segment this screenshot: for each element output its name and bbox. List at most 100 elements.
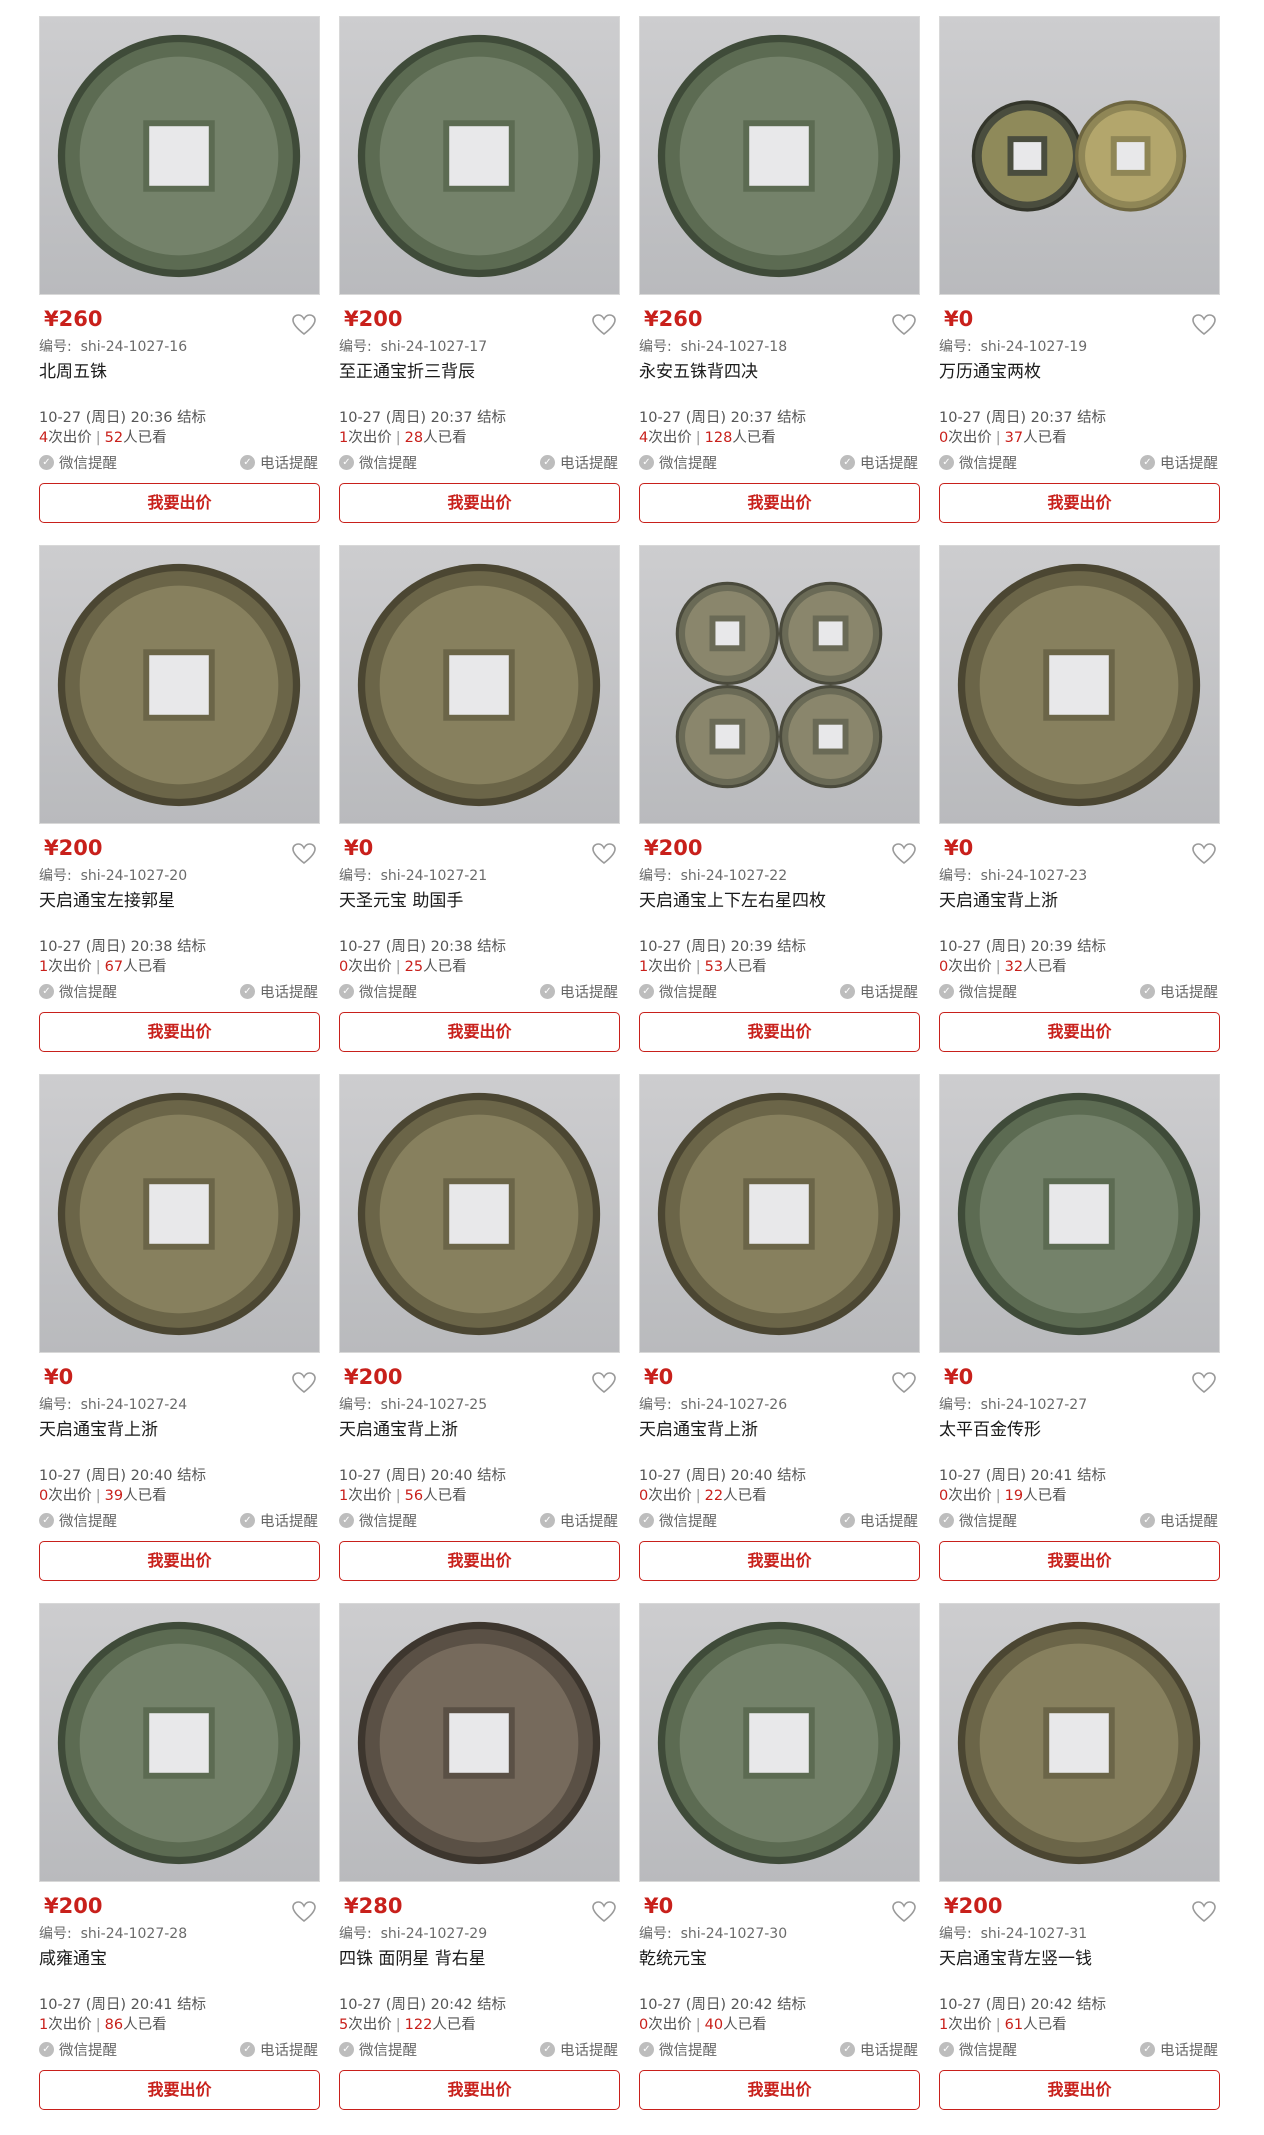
auction-card[interactable]: ¥0 编号: shi-24-1027-26 天启通宝背上浙 10-27 (周日)… [639,1074,920,1589]
phone-remind-option[interactable]: ✓ 电话提醒 [240,1510,318,1531]
coin-photo[interactable] [639,1074,920,1353]
phone-remind-option[interactable]: ✓ 电话提醒 [540,1510,618,1531]
heart-icon[interactable] [291,313,317,337]
heart-icon[interactable] [1191,1371,1217,1395]
bid-button[interactable]: 我要出价 [339,1012,620,1052]
heart-icon[interactable] [1191,1900,1217,1924]
heart-icon[interactable] [1191,313,1217,337]
wechat-remind-option[interactable]: ✓ 微信提醒 [39,452,117,473]
coin-photo[interactable] [39,16,320,295]
wechat-remind-option[interactable]: ✓ 微信提醒 [939,2039,1017,2060]
wechat-remind-option[interactable]: ✓ 微信提醒 [639,1510,717,1531]
heart-icon[interactable] [291,1900,317,1924]
item-title[interactable]: 北周五铢 [39,357,107,382]
auction-card[interactable]: ¥0 编号: shi-24-1027-23 天启通宝背上浙 10-27 (周日)… [939,545,1220,1060]
heart-icon[interactable] [591,1900,617,1924]
phone-remind-option[interactable]: ✓ 电话提醒 [840,981,918,1002]
heart-icon[interactable] [591,842,617,866]
bid-button[interactable]: 我要出价 [39,1541,320,1581]
auction-card[interactable]: ¥200 编号: shi-24-1027-22 天启通宝上下左右星四枚 10-2… [639,545,920,1060]
coin-photo[interactable] [639,545,920,824]
bid-button[interactable]: 我要出价 [639,2070,920,2110]
wechat-remind-option[interactable]: ✓ 微信提醒 [39,1510,117,1531]
bid-button[interactable]: 我要出价 [39,483,320,523]
wechat-remind-option[interactable]: ✓ 微信提醒 [39,981,117,1002]
wechat-remind-option[interactable]: ✓ 微信提醒 [939,981,1017,1002]
phone-remind-option[interactable]: ✓ 电话提醒 [1140,981,1218,1002]
phone-remind-option[interactable]: ✓ 电话提醒 [1140,2039,1218,2060]
auction-card[interactable]: ¥200 编号: shi-24-1027-31 天启通宝背左竖一钱 10-27 … [939,1603,1220,2118]
phone-remind-option[interactable]: ✓ 电话提醒 [540,981,618,1002]
wechat-remind-option[interactable]: ✓ 微信提醒 [339,452,417,473]
auction-card[interactable]: ¥260 编号: shi-24-1027-18 永安五铢背四决 10-27 (周… [639,16,920,531]
bid-button[interactable]: 我要出价 [939,1541,1220,1581]
bid-button[interactable]: 我要出价 [939,483,1220,523]
auction-card[interactable]: ¥200 编号: shi-24-1027-17 至正通宝折三背辰 10-27 (… [339,16,620,531]
coin-photo[interactable] [939,16,1220,295]
bid-button[interactable]: 我要出价 [39,2070,320,2110]
coin-photo[interactable] [39,1074,320,1353]
bid-button[interactable]: 我要出价 [639,483,920,523]
heart-icon[interactable] [891,1900,917,1924]
phone-remind-option[interactable]: ✓ 电话提醒 [540,2039,618,2060]
phone-remind-option[interactable]: ✓ 电话提醒 [1140,452,1218,473]
wechat-remind-option[interactable]: ✓ 微信提醒 [339,1510,417,1531]
auction-card[interactable]: ¥0 编号: shi-24-1027-21 天圣元宝 助国手 10-27 (周日… [339,545,620,1060]
phone-remind-option[interactable]: ✓ 电话提醒 [840,1510,918,1531]
wechat-remind-option[interactable]: ✓ 微信提醒 [639,452,717,473]
phone-remind-option[interactable]: ✓ 电话提醒 [840,452,918,473]
item-title[interactable]: 永安五铢背四决 [639,357,758,382]
item-title[interactable]: 天圣元宝 助国手 [339,886,463,911]
wechat-remind-option[interactable]: ✓ 微信提醒 [939,452,1017,473]
coin-photo[interactable] [339,1074,620,1353]
item-title[interactable]: 至正通宝折三背辰 [339,357,475,382]
heart-icon[interactable] [591,1371,617,1395]
phone-remind-option[interactable]: ✓ 电话提醒 [240,2039,318,2060]
heart-icon[interactable] [891,313,917,337]
coin-photo[interactable] [339,16,620,295]
phone-remind-option[interactable]: ✓ 电话提醒 [1140,1510,1218,1531]
wechat-remind-option[interactable]: ✓ 微信提醒 [339,2039,417,2060]
auction-card[interactable]: ¥200 编号: shi-24-1027-20 天启通宝左接郭星 10-27 (… [39,545,320,1060]
bid-button[interactable]: 我要出价 [639,1012,920,1052]
wechat-remind-option[interactable]: ✓ 微信提醒 [339,981,417,1002]
item-title[interactable]: 天启通宝背上浙 [639,1415,758,1440]
wechat-remind-option[interactable]: ✓ 微信提醒 [39,2039,117,2060]
item-title[interactable]: 万历通宝两枚 [939,357,1041,382]
auction-card[interactable]: ¥280 编号: shi-24-1027-29 四铢 面阴星 背右星 10-27… [339,1603,620,2118]
bid-button[interactable]: 我要出价 [339,1541,620,1581]
heart-icon[interactable] [891,842,917,866]
auction-card[interactable]: ¥200 编号: shi-24-1027-25 天启通宝背上浙 10-27 (周… [339,1074,620,1589]
heart-icon[interactable] [1191,842,1217,866]
item-title[interactable]: 咸雍通宝 [39,1944,107,1969]
auction-card[interactable]: ¥0 编号: shi-24-1027-19 万历通宝两枚 10-27 (周日) … [939,16,1220,531]
item-title[interactable]: 天启通宝上下左右星四枚 [639,886,826,911]
heart-icon[interactable] [591,313,617,337]
bid-button[interactable]: 我要出价 [639,1541,920,1581]
phone-remind-option[interactable]: ✓ 电话提醒 [840,2039,918,2060]
bid-button[interactable]: 我要出价 [939,1012,1220,1052]
item-title[interactable]: 太平百金传形 [939,1415,1041,1440]
phone-remind-option[interactable]: ✓ 电话提醒 [540,452,618,473]
coin-photo[interactable] [639,1603,920,1882]
bid-button[interactable]: 我要出价 [39,1012,320,1052]
bid-button[interactable]: 我要出价 [939,2070,1220,2110]
item-title[interactable]: 天启通宝背上浙 [939,886,1058,911]
phone-remind-option[interactable]: ✓ 电话提醒 [240,981,318,1002]
coin-photo[interactable] [39,1603,320,1882]
item-title[interactable]: 天启通宝左接郭星 [39,886,175,911]
wechat-remind-option[interactable]: ✓ 微信提醒 [639,981,717,1002]
auction-card[interactable]: ¥200 编号: shi-24-1027-28 咸雍通宝 10-27 (周日) … [39,1603,320,2118]
heart-icon[interactable] [891,1371,917,1395]
auction-card[interactable]: ¥260 编号: shi-24-1027-16 北周五铢 10-27 (周日) … [39,16,320,531]
bid-button[interactable]: 我要出价 [339,483,620,523]
wechat-remind-option[interactable]: ✓ 微信提醒 [639,2039,717,2060]
auction-card[interactable]: ¥0 编号: shi-24-1027-30 乾统元宝 10-27 (周日) 20… [639,1603,920,2118]
phone-remind-option[interactable]: ✓ 电话提醒 [240,452,318,473]
wechat-remind-option[interactable]: ✓ 微信提醒 [939,1510,1017,1531]
item-title[interactable]: 乾统元宝 [639,1944,707,1969]
auction-card[interactable]: ¥0 编号: shi-24-1027-27 太平百金传形 10-27 (周日) … [939,1074,1220,1589]
coin-photo[interactable] [339,1603,620,1882]
auction-card[interactable]: ¥0 编号: shi-24-1027-24 天启通宝背上浙 10-27 (周日)… [39,1074,320,1589]
coin-photo[interactable] [39,545,320,824]
